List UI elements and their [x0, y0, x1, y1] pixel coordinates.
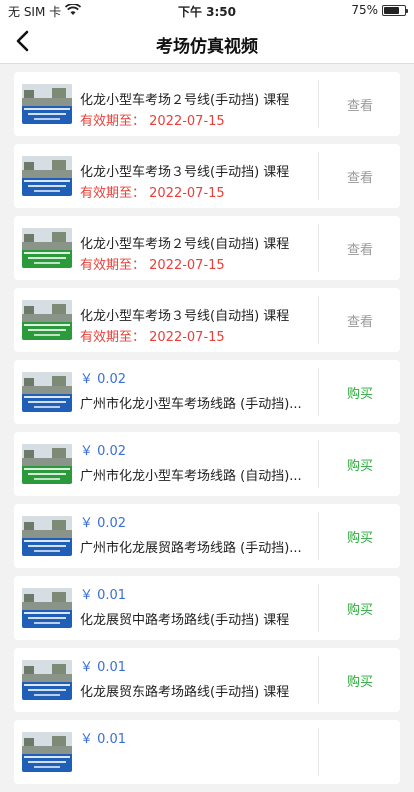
- course-list: 化龙小型车考场２号线(手动挡) 课程 有效期至： 2022-07-15 查看 化龙小型…: [14, 72, 400, 792]
- course-card[interactable]: ￥ 0.02 广州市化龙小型车考场线路 (手动挡)... 购买: [14, 360, 400, 424]
- page-title: 考场仿真视频: [156, 37, 258, 57]
- course-card[interactable]: ￥ 0.01 化龙展贸中路考场路线(手动挡) 课程 购买: [14, 576, 400, 640]
- buy-button[interactable]: 购买: [320, 360, 400, 424]
- view-button[interactable]: 查看: [320, 72, 400, 136]
- expiry-date: 有效期至： 2022-07-15: [80, 186, 225, 201]
- course-title: 广州市化龙小型车考场线路 (自动挡)...: [80, 469, 302, 484]
- course-thumbnail: [22, 300, 72, 340]
- course-price: ￥ 0.02: [80, 372, 127, 387]
- course-thumbnail: [22, 156, 72, 196]
- battery-percent: 75%: [351, 3, 378, 17]
- buy-button[interactable]: 购买: [320, 432, 400, 496]
- battery-tip: [406, 8, 408, 13]
- course-card[interactable]: ￥ 0.01: [14, 720, 400, 784]
- status-bar: 无 SIM 卡 下午 3:50 75%: [0, 0, 414, 22]
- nav-bar: 考场仿真视频: [0, 22, 414, 64]
- course-info: ￥ 0.02 广州市化龙小型车考场线路 (自动挡)...: [80, 432, 314, 496]
- divider: [318, 224, 319, 272]
- course-title: 化龙展贸东路考场路线(手动挡) 课程: [80, 685, 290, 700]
- expiry-date: 有效期至： 2022-07-15: [80, 330, 225, 345]
- divider: [318, 152, 319, 200]
- course-info: 化龙小型车考场３号线(手动挡) 课程 有效期至： 2022-07-15: [80, 144, 314, 208]
- course-info: ￥ 0.01 化龙展贸中路考场路线(手动挡) 课程: [80, 576, 314, 640]
- course-card[interactable]: ￥ 0.02 广州市化龙小型车考场线路 (自动挡)... 购买: [14, 432, 400, 496]
- course-price: ￥ 0.01: [80, 732, 127, 747]
- course-thumbnail: [22, 444, 72, 484]
- course-info: ￥ 0.01: [80, 720, 314, 784]
- buy-button[interactable]: [320, 720, 400, 784]
- divider: [318, 584, 319, 632]
- course-info: ￥ 0.02 广州市化龙小型车考场线路 (手动挡)...: [80, 360, 314, 424]
- buy-button[interactable]: 购买: [320, 576, 400, 640]
- course-card[interactable]: 化龙小型车考场３号线(手动挡) 课程 有效期至： 2022-07-15 查看: [14, 144, 400, 208]
- course-title: 化龙小型车考场２号线(自动挡) 课程: [80, 237, 290, 252]
- buy-button[interactable]: 购买: [320, 504, 400, 568]
- course-thumbnail: [22, 228, 72, 268]
- course-card[interactable]: ￥ 0.01 化龙展贸东路考场路线(手动挡) 课程 购买: [14, 648, 400, 712]
- expiry-date: 有效期至： 2022-07-15: [80, 258, 225, 273]
- course-card[interactable]: 化龙小型车考场３号线(自动挡) 课程 有效期至： 2022-07-15 查看: [14, 288, 400, 352]
- course-title: 广州市化龙展贸路考场线路 (手动挡)...: [80, 541, 302, 556]
- course-thumbnail: [22, 372, 72, 412]
- course-title: 化龙展贸中路考场路线(手动挡) 课程: [80, 613, 290, 628]
- divider: [318, 512, 319, 560]
- view-button[interactable]: 查看: [320, 288, 400, 352]
- view-button[interactable]: 查看: [320, 216, 400, 280]
- expiry-date: 有效期至： 2022-07-15: [80, 114, 225, 129]
- battery-fill: [384, 6, 399, 14]
- course-title: 化龙小型车考场３号线(自动挡) 课程: [80, 309, 290, 324]
- course-title: 化龙小型车考场３号线(手动挡) 课程: [80, 165, 290, 180]
- course-title: 广州市化龙小型车考场线路 (手动挡)...: [80, 397, 302, 412]
- course-info: 化龙小型车考场３号线(自动挡) 课程 有效期至： 2022-07-15: [80, 288, 314, 352]
- course-info: 化龙小型车考场２号线(手动挡) 课程 有效期至： 2022-07-15: [80, 72, 314, 136]
- course-thumbnail: [22, 732, 72, 772]
- battery-icon: [382, 4, 408, 16]
- course-price: ￥ 0.01: [80, 660, 127, 675]
- view-button[interactable]: 查看: [320, 144, 400, 208]
- course-info: ￥ 0.01 化龙展贸东路考场路线(手动挡) 课程: [80, 648, 314, 712]
- buy-button[interactable]: 购买: [320, 648, 400, 712]
- course-info: 化龙小型车考场２号线(自动挡) 课程 有效期至： 2022-07-15: [80, 216, 314, 280]
- divider: [318, 440, 319, 488]
- course-thumbnail: [22, 516, 72, 556]
- course-price: ￥ 0.02: [80, 444, 127, 459]
- course-card[interactable]: 化龙小型车考场２号线(自动挡) 课程 有效期至： 2022-07-15 查看: [14, 216, 400, 280]
- course-price: ￥ 0.02: [80, 516, 127, 531]
- course-title: 化龙小型车考场２号线(手动挡) 课程: [80, 93, 290, 108]
- divider: [318, 296, 319, 344]
- course-price: ￥ 0.01: [80, 588, 127, 603]
- divider: [318, 80, 319, 128]
- course-thumbnail: [22, 588, 72, 628]
- course-card[interactable]: ￥ 0.02 广州市化龙展贸路考场线路 (手动挡)... 购买: [14, 504, 400, 568]
- divider: [318, 656, 319, 704]
- course-thumbnail: [22, 84, 72, 124]
- divider: [318, 368, 319, 416]
- status-right: 75%: [351, 3, 408, 17]
- course-info: ￥ 0.02 广州市化龙展贸路考场线路 (手动挡)...: [80, 504, 314, 568]
- divider: [318, 728, 319, 776]
- course-card[interactable]: 化龙小型车考场２号线(手动挡) 课程 有效期至： 2022-07-15 查看: [14, 72, 400, 136]
- course-thumbnail: [22, 660, 72, 700]
